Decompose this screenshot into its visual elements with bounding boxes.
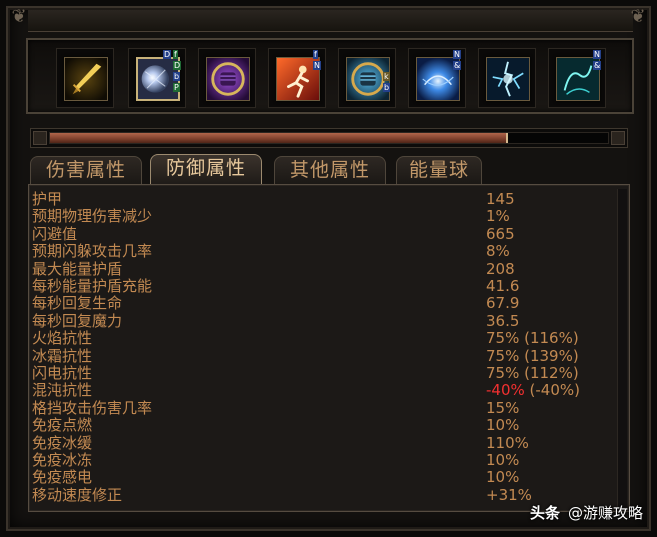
stat-row: 护甲 145: [32, 191, 612, 208]
stat-value: -40% (-40%): [486, 382, 580, 399]
watermark-brand: 头条: [529, 504, 560, 522]
stat-row: 火焰抗性 75% (116%): [32, 330, 612, 347]
stat-label: 火焰抗性: [32, 329, 93, 348]
stat-row: 混沌抗性 -40% (-40%): [32, 382, 612, 399]
stat-label: 混沌抗性: [32, 381, 93, 400]
skill-slot-2[interactable]: D f D b P: [128, 48, 186, 108]
stat-label: 闪避值: [32, 224, 78, 243]
skill-slot-3[interactable]: [198, 48, 256, 108]
scroll-track[interactable]: [49, 132, 609, 144]
stat-value: 665: [486, 224, 515, 243]
stat-value-extra: (-40%): [524, 381, 580, 400]
stat-label: 预期闪躲攻击几率: [32, 242, 153, 261]
support-tag: N: [313, 61, 321, 70]
stat-row: 免疫冰冻 10%: [32, 452, 612, 469]
support-tag: N: [593, 50, 601, 59]
support-tag: P: [173, 83, 180, 92]
horizontal-scrollbar[interactable]: [30, 128, 628, 148]
stat-label: 每秒能量护盾充能: [32, 277, 153, 295]
stat-value: 10%: [486, 416, 520, 435]
scroll-thumb[interactable]: [50, 133, 508, 143]
support-tag: b: [173, 72, 181, 81]
stat-row: 每秒回复生命 67.9: [32, 295, 612, 312]
support-tag: k: [383, 72, 390, 81]
stat-label: 预期物理伤害减少: [32, 207, 153, 226]
skill-slot-6[interactable]: N &: [408, 48, 466, 108]
stat-row: 免疫点燃 10%: [32, 417, 612, 434]
tab-charges[interactable]: 能量球: [396, 156, 482, 184]
support-tag: &: [453, 61, 462, 70]
stat-value: 145: [486, 190, 515, 208]
stat-row: 冰霜抗性 75% (139%): [32, 346, 612, 365]
stat-row: 移动速度修正 +31%: [32, 485, 612, 504]
tab-damage-stats[interactable]: 伤害属性: [30, 156, 142, 184]
stat-value: 75% (139%): [486, 346, 579, 365]
frame-corner-ornament: ❦: [11, 6, 27, 27]
defense-stats-panel: 护甲 145 预期物理伤害减少 1% 闪避值 665 预期闪躲攻击几率 8% 最大能量护盾 208…: [28, 184, 630, 512]
stat-value: 1%: [486, 207, 510, 226]
stat-value: 67.9: [486, 294, 520, 313]
support-tag: f: [313, 50, 318, 59]
scroll-left-cap: [33, 131, 47, 145]
skill-slot-8[interactable]: N &: [548, 48, 606, 108]
lightning-burst-icon: [486, 57, 530, 101]
stat-row: 每秒回复魔力 36.5: [32, 311, 612, 330]
skill-slot-4[interactable]: f N: [268, 48, 326, 108]
stat-label: 最大能量护盾: [32, 259, 123, 278]
watermark-handle: @游赚攻略: [567, 504, 643, 522]
stat-label: 每秒回复魔力: [32, 311, 123, 330]
stat-label: 冰霜抗性: [32, 346, 93, 365]
stat-value: 41.6: [486, 277, 520, 295]
stat-row: 最大能量护盾 208: [32, 259, 612, 278]
stat-value: 8%: [486, 242, 510, 261]
stat-label: 闪电抗性: [32, 364, 93, 382]
frame-top-ornament: [28, 10, 633, 32]
stat-value: 110%: [486, 433, 529, 452]
stat-tabs: 伤害属性 防御属性 其他属性 能量球: [30, 154, 630, 185]
stat-label: 免疫点燃: [32, 416, 93, 435]
stat-value: 208: [486, 259, 515, 278]
stat-value: +31%: [486, 485, 532, 504]
stat-value: 75% (112%): [486, 364, 579, 382]
stat-label: 移动速度修正: [32, 485, 123, 504]
support-tag: b: [383, 83, 391, 92]
stat-value: 10%: [486, 451, 520, 469]
golden-blade-icon: [64, 57, 108, 101]
support-tag: D: [163, 50, 172, 59]
stat-row: 每秒能量护盾充能 41.6: [32, 278, 612, 295]
stat-label: 格挡攻击伤害几率: [32, 398, 153, 417]
scroll-right-cap: [611, 131, 625, 145]
skill-slot-7[interactable]: [478, 48, 536, 108]
stat-row: 预期闪躲攻击几率 8%: [32, 243, 612, 260]
support-tag: D: [173, 61, 182, 70]
skill-gem-bar: D f D b P f N k b N & N &: [26, 38, 634, 114]
support-tag: &: [593, 61, 602, 70]
stat-label: 免疫感电: [32, 468, 93, 487]
support-tag: N: [453, 50, 461, 59]
stat-row: 格挡攻击伤害几率 15%: [32, 398, 612, 417]
stat-label: 每秒回复生命: [32, 294, 123, 313]
stat-row: 预期物理伤害减少 1%: [32, 208, 612, 225]
stat-value: 75% (116%): [486, 329, 579, 348]
stat-list-scrollbar[interactable]: [617, 189, 627, 507]
stat-row: 闪避值 665: [32, 224, 612, 243]
skill-slot-5[interactable]: k b: [338, 48, 396, 108]
watermark: 头条 @游赚攻略: [530, 502, 643, 523]
stat-value: 36.5: [486, 311, 520, 330]
tab-defense-stats[interactable]: 防御属性: [150, 154, 262, 185]
stat-row: 闪电抗性 75% (112%): [32, 365, 612, 382]
stat-label: 护甲: [32, 190, 63, 208]
stat-value: 15%: [486, 398, 520, 417]
frame-corner-ornament: ❦: [630, 6, 646, 27]
stat-value-negative: -40%: [486, 381, 525, 400]
stat-row: 免疫感电 10%: [32, 469, 612, 486]
stat-value: 10%: [486, 468, 520, 487]
support-tag: f: [173, 50, 178, 59]
violet-fist-icon: [206, 57, 250, 101]
skill-slot-1[interactable]: [56, 48, 114, 108]
stat-label: 免疫冰缓: [32, 433, 93, 452]
stat-row: 免疫冰缓 110%: [32, 433, 612, 452]
tab-other-stats[interactable]: 其他属性: [274, 156, 386, 184]
stat-label: 免疫冰冻: [32, 451, 93, 469]
